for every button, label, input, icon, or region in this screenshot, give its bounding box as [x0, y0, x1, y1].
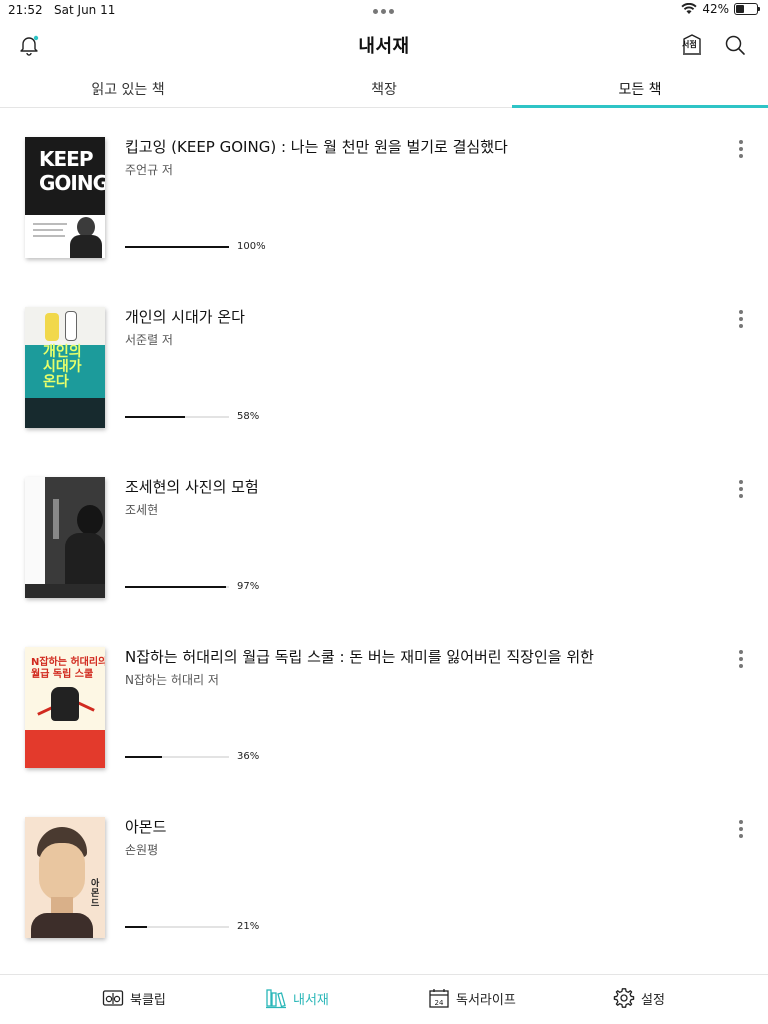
progress-percent: 97%: [237, 581, 260, 592]
progress-percent: 36%: [237, 751, 260, 762]
book-cover[interactable]: [25, 477, 105, 598]
book-title[interactable]: N잡하는 허대리의 월급 독립 스쿨 : 돈 버는 재미를 잃어버린 직장인을 …: [125, 646, 594, 667]
progress-bar: [125, 586, 229, 588]
calendar-icon: 24: [429, 989, 449, 1008]
calendar-day: 24: [435, 999, 444, 1007]
status-bar: 21:52 Sat Jun 11 42%: [0, 0, 768, 22]
store-button[interactable]: 서점: [681, 34, 703, 56]
more-options-icon[interactable]: [732, 140, 750, 162]
nav-my-library[interactable]: 내서재: [265, 987, 329, 1009]
cover-text: 개인의 시대가 온다: [43, 344, 82, 390]
multitasking-dots-icon[interactable]: [373, 9, 394, 14]
book-item[interactable]: 조세현의 사진의 모험 조세현 97%: [0, 450, 768, 620]
wifi-icon: [681, 3, 697, 14]
cover-text: N잡하는 허대리의 월급 독립 스쿨: [31, 657, 105, 680]
more-options-icon[interactable]: [732, 480, 750, 502]
tab-reading[interactable]: 읽고 있는 책: [0, 72, 256, 107]
book-item[interactable]: KEEP GOING 킵고잉 (KEEP GOING) : 나는 월 천만 원을…: [0, 110, 768, 280]
bookclip-icon: [102, 990, 124, 1006]
app-header: 내서재 서점: [0, 22, 768, 70]
more-options-icon[interactable]: [732, 650, 750, 672]
book-item[interactable]: 개인의 시대가 온다 개인의 시대가 온다 서준렬 저 58%: [0, 280, 768, 450]
tab-bar: 읽고 있는 책 책장 모든 책: [0, 72, 768, 108]
progress-bar: [125, 416, 229, 418]
book-title[interactable]: 아몬드: [125, 816, 166, 837]
book-author: 주언규 저: [125, 163, 173, 177]
book-title[interactable]: 개인의 시대가 온다: [125, 306, 245, 327]
more-options-icon[interactable]: [732, 820, 750, 842]
progress-bar: [125, 756, 229, 758]
status-right: 42%: [681, 2, 760, 16]
cover-text: 아몬드: [91, 879, 100, 909]
tab-all-books[interactable]: 모든 책: [512, 72, 768, 108]
nav-settings[interactable]: 설정: [613, 987, 665, 1009]
search-icon[interactable]: [724, 34, 746, 56]
book-cover[interactable]: N잡하는 허대리의 월급 독립 스쿨: [25, 647, 105, 768]
store-label: 서점: [682, 40, 697, 49]
book-cover[interactable]: 아몬드: [25, 817, 105, 938]
nav-label: 독서라이프: [456, 992, 516, 1008]
gear-icon: [613, 988, 635, 1008]
book-title[interactable]: 킵고잉 (KEEP GOING) : 나는 월 천만 원을 벌기로 결심했다: [125, 136, 508, 157]
nav-label: 내서재: [293, 992, 329, 1008]
progress-percent: 21%: [237, 921, 260, 932]
nav-bookclip[interactable]: 북클립: [102, 987, 166, 1009]
book-item[interactable]: 아몬드 아몬드 손원평 21%: [0, 790, 768, 960]
book-author: 조세현: [125, 503, 159, 517]
book-author: 서준렬 저: [125, 333, 173, 347]
tab-bookshelf[interactable]: 책장: [256, 72, 512, 107]
progress-bar: [125, 246, 229, 248]
progress-bar: [125, 926, 229, 928]
cover-text: GOING: [39, 171, 105, 195]
book-author: N잡하는 허대리 저: [125, 673, 219, 687]
more-options-icon[interactable]: [732, 310, 750, 332]
progress-percent: 58%: [237, 411, 260, 422]
nav-reading-life[interactable]: 24 독서라이프: [428, 987, 516, 1009]
cover-text: KEEP: [39, 147, 93, 171]
bookshelf-icon: [266, 989, 286, 1009]
bottom-nav: 북클립 내서재 24 독서라이프 설정: [0, 974, 768, 1024]
battery-icon: [734, 3, 760, 15]
book-author: 손원평: [125, 843, 159, 857]
status-time: 21:52 Sat Jun 11: [8, 3, 116, 17]
book-title[interactable]: 조세현의 사진의 모험: [125, 476, 259, 497]
book-item[interactable]: N잡하는 허대리의 월급 독립 스쿨 N잡하는 허대리의 월급 독립 스쿨 : 돈…: [0, 620, 768, 790]
nav-label: 북클립: [130, 992, 166, 1008]
book-cover[interactable]: 개인의 시대가 온다: [25, 307, 105, 428]
page-title: 내서재: [358, 36, 410, 57]
progress-percent: 100%: [237, 241, 266, 252]
book-cover[interactable]: KEEP GOING: [25, 137, 105, 258]
nav-label: 설정: [641, 992, 665, 1008]
battery-percent: 42%: [702, 2, 729, 16]
